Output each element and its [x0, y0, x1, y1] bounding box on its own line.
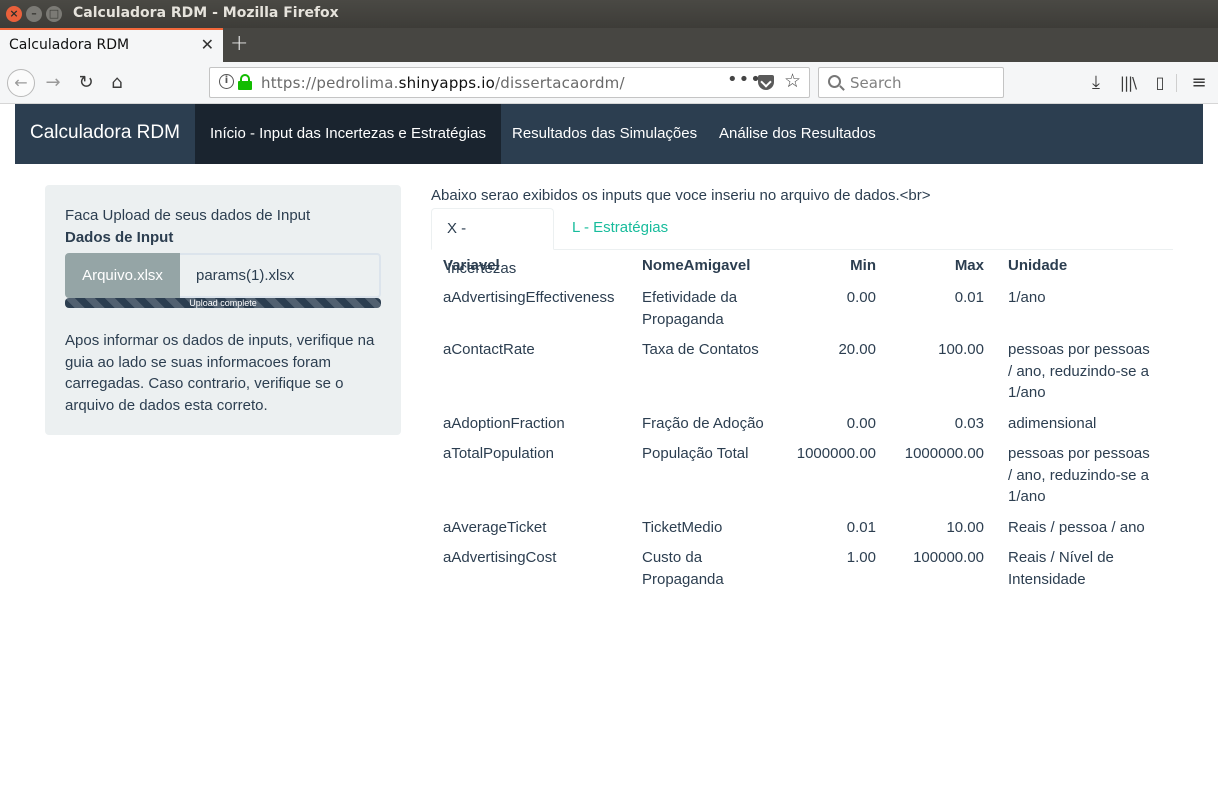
cell-unidade: Reais / pessoa / ano: [1008, 518, 1145, 536]
hamburger-menu-icon[interactable]: ≡: [1187, 71, 1211, 95]
cell-max: 1000000.00: [904, 445, 984, 462]
cell-variavel: aAverageTicket: [443, 518, 547, 536]
table-row: aAdvertisingCost Custo da Propaganda 1.0…: [431, 543, 1166, 595]
cell-unidade: Reais / Nível de Intensidade: [1008, 549, 1114, 588]
reload-icon[interactable]: ↻: [74, 71, 98, 95]
selected-file-name: params(1).xlsx: [180, 253, 381, 298]
content-tabs: X - Incertezas L - Estratégias: [431, 208, 1173, 277]
cell-min: 20.00: [838, 341, 876, 358]
cell-unidade: pessoas por pessoas / ano, reduzindo-se …: [1008, 445, 1150, 505]
sidebar-help-text: Apos informar os dados de inputs, verifi…: [65, 332, 375, 414]
table-row: aTotalPopulation População Total 1000000…: [431, 439, 1166, 513]
table-row: aContactRate Taxa de Contatos 20.00 100.…: [431, 335, 1166, 409]
inputs-table: Variavel NomeAmigavel Min Max Unidade aA…: [431, 250, 1166, 595]
cell-unidade: pessoas por pessoas / ano, reduzindo-se …: [1008, 341, 1150, 401]
window-controls: × – □: [6, 6, 62, 22]
sidebar-panel: Faca Upload de seus dados de Input Dados…: [45, 185, 401, 435]
cell-min: 1.00: [846, 549, 876, 566]
cell-unidade: adimensional: [1008, 414, 1097, 432]
cell-nomeamigavel: TicketMedio: [642, 518, 723, 536]
browse-file-button[interactable]: Arquivo.xlsx: [65, 253, 180, 298]
cell-variavel: aTotalPopulation: [443, 445, 554, 462]
upload-label: Faca Upload de seus dados de Input: [65, 207, 311, 224]
table-row: aAverageTicket TicketMedio 0.01 10.00 Re…: [431, 513, 1166, 544]
column-header-variavel: Variavel: [443, 257, 500, 274]
new-tab-icon[interactable]: +: [230, 31, 248, 56]
cell-max: 100000.00: [913, 549, 984, 566]
app-brand[interactable]: Calculadora RDM: [30, 122, 180, 144]
cell-nomeamigavel: População Total: [642, 445, 749, 462]
nav-tab-inicio[interactable]: Início - Input das Incertezas e Estratég…: [195, 104, 501, 164]
cell-max: 100.00: [938, 341, 984, 358]
window-close-button[interactable]: ×: [6, 6, 22, 22]
nav-tab-resultados[interactable]: Resultados das Simulações: [497, 104, 712, 164]
cell-unidade: 1/ano: [1008, 289, 1046, 306]
library-icon[interactable]: |||\: [1116, 71, 1140, 95]
upload-progress-text: Upload complete: [189, 298, 257, 308]
toolbar-divider: [1176, 74, 1177, 92]
window-title: Calculadora RDM - Mozilla Firefox: [73, 5, 339, 21]
upload-field-title: Dados de Input: [65, 229, 174, 246]
nav-tab-analise[interactable]: Análise dos Resultados: [704, 104, 891, 164]
bookmark-star-icon[interactable]: ☆: [784, 70, 801, 92]
cell-min: 1000000.00: [796, 445, 876, 462]
cell-max: 10.00: [946, 518, 984, 536]
cell-nomeamigavel: Fração de Adoção: [642, 414, 764, 432]
app-navbar: Calculadora RDM Início - Input das Incer…: [15, 104, 1203, 164]
search-input[interactable]: [850, 68, 1000, 97]
column-header-min: Min: [850, 257, 876, 274]
cell-nomeamigavel: Efetividade da Propaganda: [642, 289, 738, 328]
home-icon[interactable]: ⌂: [105, 71, 129, 95]
url-bar[interactable]: i https://pedrolima.shinyapps.io/dissert…: [209, 67, 810, 98]
intro-text: Abaixo serao exibidos os inputs que voce…: [431, 187, 931, 204]
search-bar[interactable]: [818, 67, 1004, 98]
table-row: aAdoptionFraction Fração de Adoção 0.00 …: [431, 409, 1166, 440]
table-row: aAdvertisingEffectiveness Efetividade da…: [431, 283, 1166, 335]
column-header-max: Max: [954, 257, 984, 274]
window-minimize-button[interactable]: –: [26, 6, 42, 22]
browser-tab-label: Calculadora RDM: [9, 37, 130, 53]
tab-estrategias[interactable]: L - Estratégias: [557, 208, 683, 250]
browser-toolbar: ← → ↻ ⌂ i https://pedrolima.shinyapps.io…: [0, 62, 1218, 104]
window-titlebar: × – □ Calculadora RDM - Mozilla Firefox: [0, 0, 1218, 28]
column-header-unidade: Unidade: [1008, 257, 1068, 274]
forward-arrow-icon[interactable]: →: [41, 71, 65, 95]
download-icon[interactable]: ⤓: [1084, 71, 1108, 95]
browser-tab-strip: Calculadora RDM ✕ +: [0, 28, 1218, 62]
cell-variavel: aAdvertisingCost: [443, 549, 557, 566]
url-text[interactable]: https://pedrolima.shinyapps.io/dissertac…: [261, 74, 625, 92]
cell-max: 0.03: [954, 414, 984, 432]
cell-nomeamigavel: Taxa de Contatos: [642, 341, 759, 358]
cell-min: 0.01: [846, 518, 876, 536]
tab-incertezas[interactable]: X - Incertezas: [431, 208, 554, 277]
search-icon: [828, 75, 841, 88]
sidebar-icon[interactable]: ▯: [1148, 71, 1172, 95]
table-header-row: Variavel NomeAmigavel Min Max Unidade: [431, 250, 1166, 283]
browser-tab[interactable]: Calculadora RDM ✕: [0, 28, 223, 62]
pocket-icon[interactable]: [758, 75, 774, 90]
column-header-nomeamigavel: NomeAmigavel: [642, 257, 751, 274]
cell-nomeamigavel: Custo da Propaganda: [642, 549, 724, 588]
cell-min: 0.00: [846, 289, 876, 306]
tab-close-icon[interactable]: ✕: [201, 35, 214, 54]
lock-icon[interactable]: [238, 74, 252, 90]
cell-variavel: aAdvertisingEffectiveness: [443, 289, 615, 306]
cell-variavel: aContactRate: [443, 341, 535, 358]
cell-variavel: aAdoptionFraction: [443, 414, 565, 432]
back-arrow-icon[interactable]: ←: [7, 69, 35, 97]
cell-min: 0.00: [846, 414, 876, 432]
cell-max: 0.01: [954, 289, 984, 306]
page-actions-icon[interactable]: •••: [727, 69, 762, 90]
window-maximize-button[interactable]: □: [46, 6, 62, 22]
site-info-icon[interactable]: i: [219, 74, 234, 89]
